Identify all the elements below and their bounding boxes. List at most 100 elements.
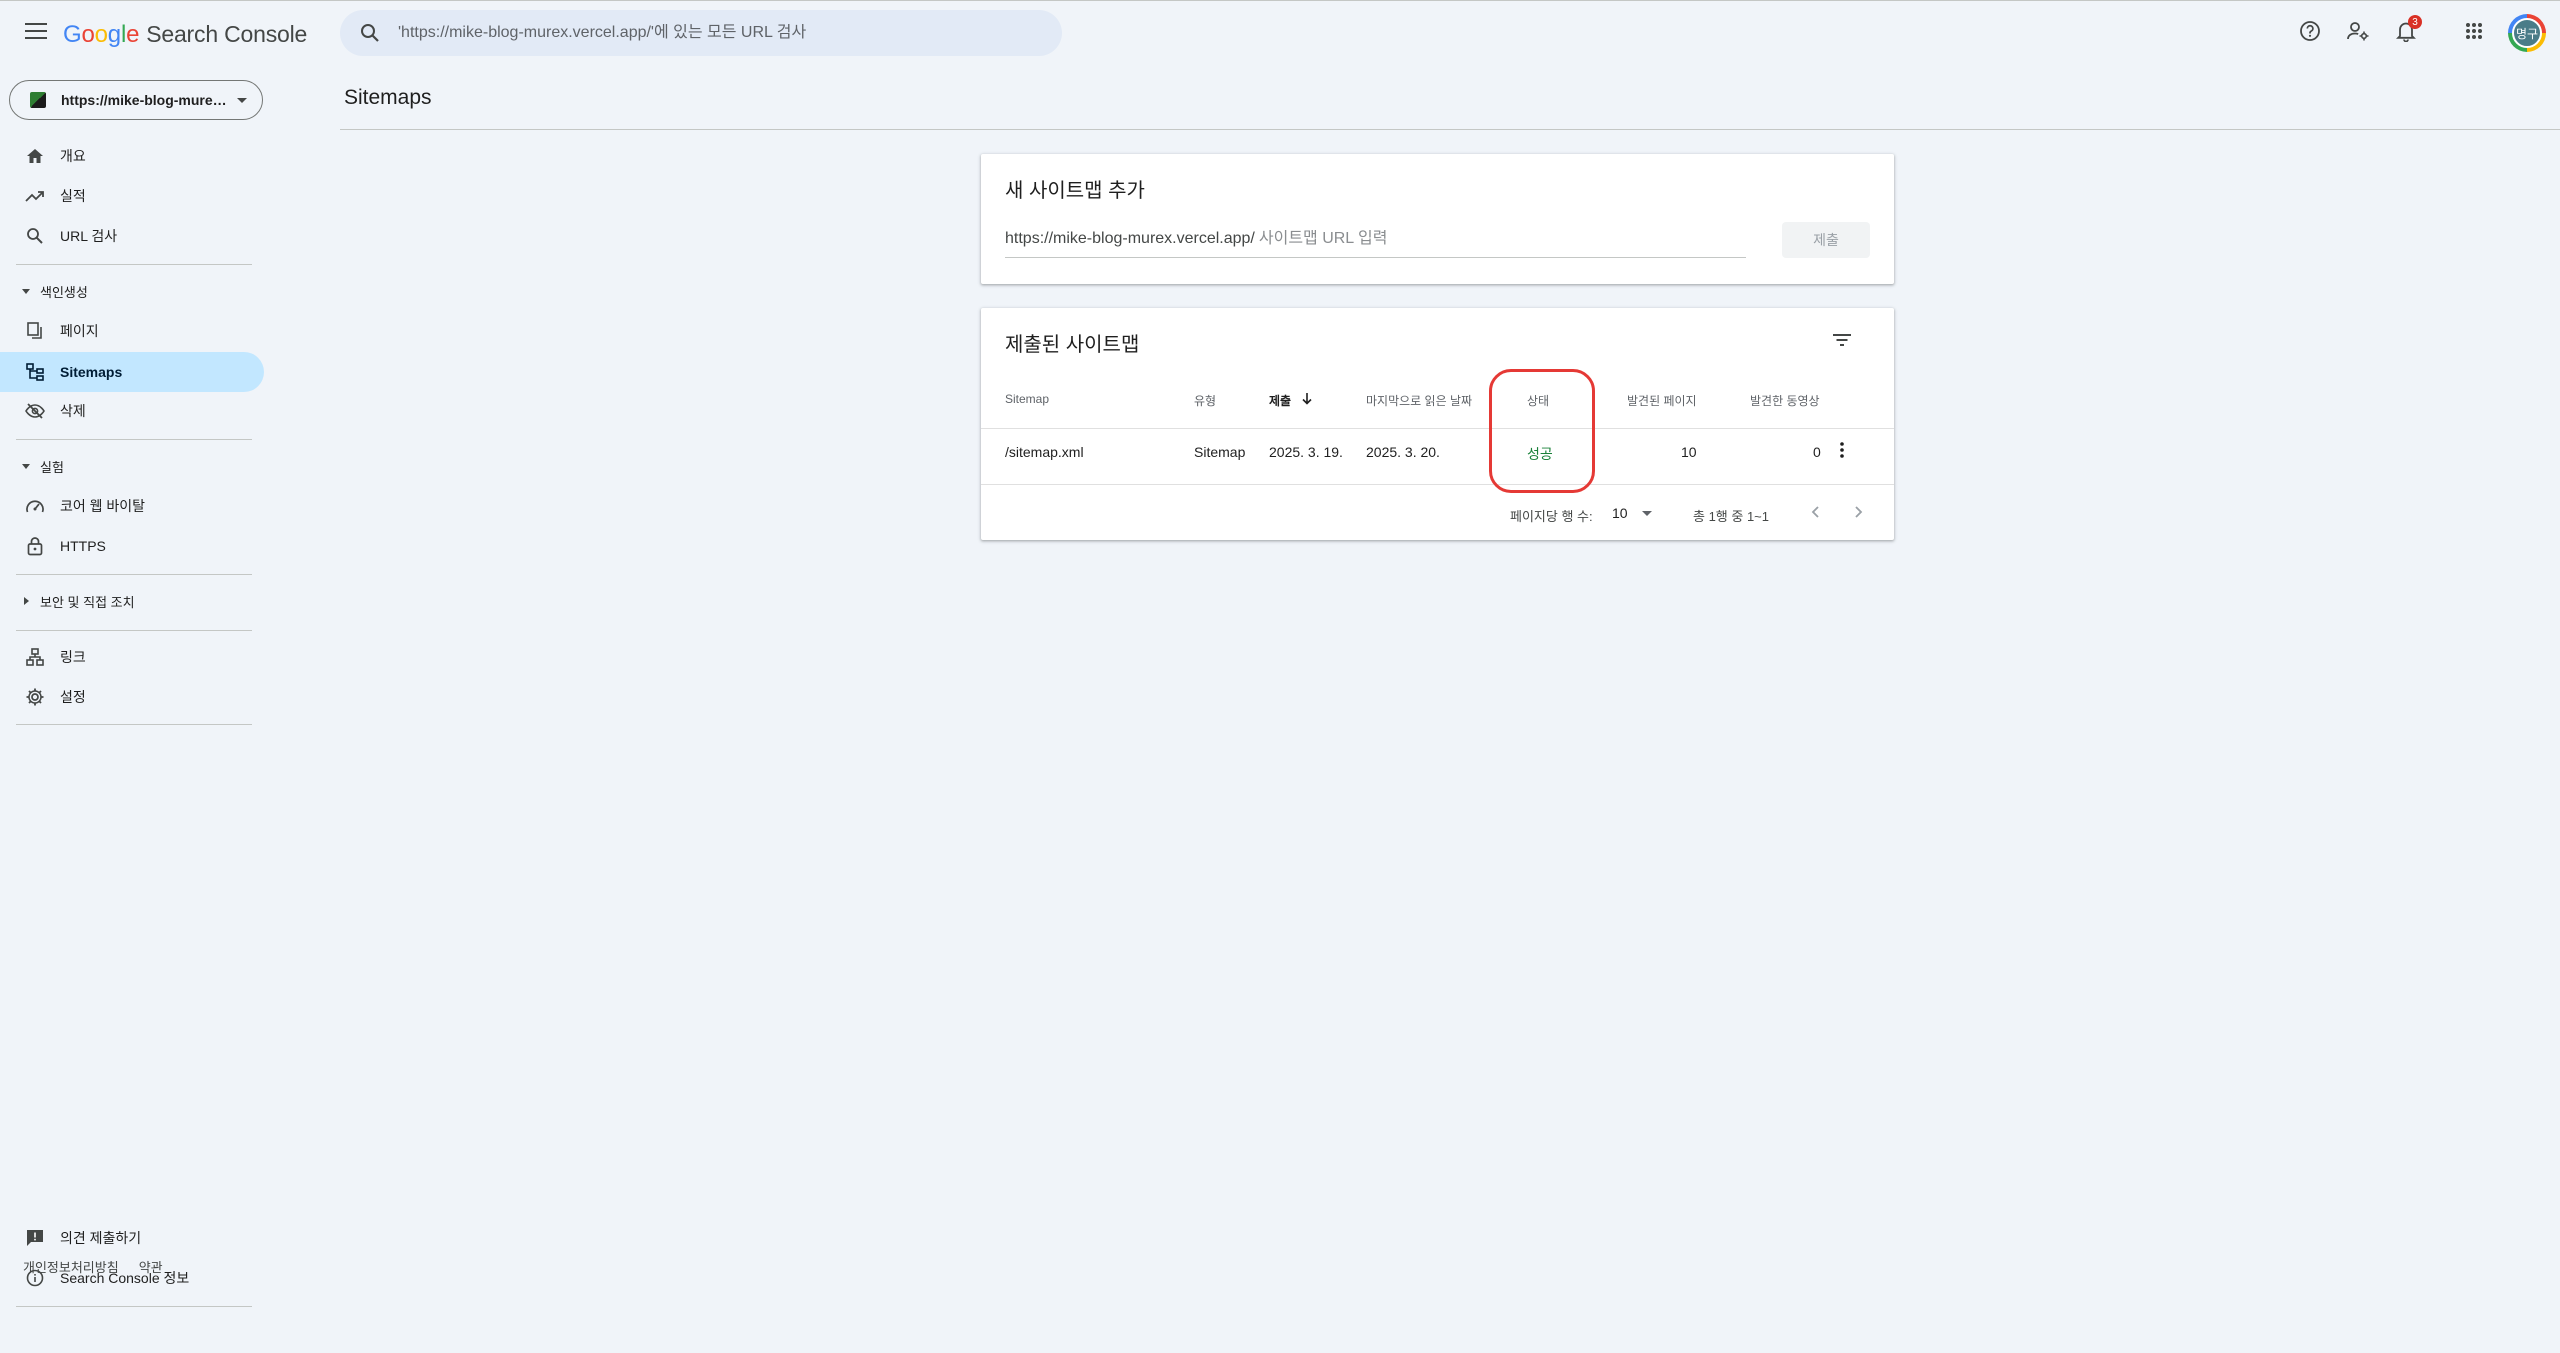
expand-arrow-icon — [22, 288, 30, 294]
sidebar-item-label: 페이지 — [60, 323, 99, 339]
cell-submitted: 2025. 3. 19. — [1269, 444, 1343, 460]
sitemap-url-field[interactable]: https://mike-blog-murex.vercel.app/ — [1005, 220, 1746, 258]
gear-icon — [25, 687, 45, 707]
sidebar-item-label: 삭제 — [60, 403, 86, 419]
filter-list-icon — [1833, 333, 1851, 351]
sidebar-item-label: 링크 — [60, 649, 86, 665]
sidebar-item-https[interactable]: HTTPS — [0, 526, 264, 566]
sidebar-item-url-inspection[interactable]: URL 검사 — [0, 216, 264, 256]
sidebar-item-label: 코어 웹 바이탈 — [60, 498, 146, 514]
search-console-logo[interactable]: Google Search Console — [63, 21, 307, 49]
trending-up-icon — [25, 186, 45, 206]
more-vert-icon — [1840, 441, 1844, 463]
cell-discovered-pages: 10 — [1681, 444, 1697, 460]
card-title: 새 사이트맵 추가 — [1005, 180, 1145, 202]
sidebar-item-settings[interactable]: 설정 — [0, 677, 264, 717]
sidebar-divider — [16, 264, 252, 265]
sidebar-item-label: URL 검사 — [60, 228, 118, 244]
apps-grid-icon — [2465, 22, 2483, 45]
notification-badge: 3 — [2408, 15, 2422, 29]
visibility-off-icon — [25, 401, 45, 421]
url-prefix: https://mike-blog-murex.vercel.app/ — [1005, 229, 1255, 247]
sidebar-item-feedback[interactable]: 의견 제출하기 — [0, 1218, 264, 1258]
sidebar-item-performance[interactable]: 실적 — [0, 176, 264, 216]
row-more-button[interactable] — [1828, 436, 1856, 468]
sidebar-item-links[interactable]: 링크 — [0, 637, 264, 677]
sidebar-divider — [16, 439, 252, 440]
sidebar-item-removals[interactable]: 삭제 — [0, 391, 264, 431]
help-button[interactable] — [2290, 13, 2330, 53]
property-url: https://mike-blog-murex.vercel.app/ — [61, 92, 229, 108]
pagination-range: 총 1행 중 1~1 — [1693, 509, 1769, 524]
filter-button[interactable] — [1826, 326, 1858, 358]
hamburger-menu-icon — [25, 22, 47, 44]
sidebar-divider — [16, 724, 252, 725]
sidebar-divider — [16, 1306, 252, 1307]
next-page-button[interactable] — [1845, 500, 1873, 528]
sidebar-item-pages[interactable]: 페이지 — [0, 311, 264, 351]
privacy-link[interactable]: 개인정보처리방침 — [23, 1257, 119, 1276]
person-settings-icon — [2346, 20, 2370, 47]
search-icon — [25, 226, 45, 246]
collapsed-arrow-icon — [24, 597, 29, 605]
sidebar-item-label: HTTPS — [60, 538, 106, 554]
previous-page-button[interactable] — [1801, 500, 1829, 528]
terms-link[interactable]: 약관 — [139, 1257, 163, 1276]
search-icon — [358, 21, 382, 45]
column-header-submitted[interactable]: 제출 — [1269, 392, 1313, 409]
links-tree-icon — [25, 647, 45, 667]
submit-button[interactable]: 제출 — [1782, 222, 1870, 258]
header-divider — [981, 428, 1894, 429]
column-header-type[interactable]: 유형 — [1194, 392, 1216, 409]
status-highlight-annotation — [1489, 369, 1595, 493]
section-indexing[interactable]: 색인생성 — [0, 273, 264, 309]
sidebar-item-label: 설정 — [60, 689, 86, 705]
section-security[interactable]: 보안 및 직접 조치 — [0, 583, 264, 619]
cell-sitemap[interactable]: /sitemap.xml — [1005, 444, 1084, 460]
column-header-discovered-videos[interactable]: 발견한 동영상 — [1750, 392, 1820, 409]
section-label: 색인생성 — [40, 284, 88, 300]
product-name: Search Console — [146, 21, 308, 47]
column-header-last-read[interactable]: 마지막으로 읽은 날짜 — [1366, 392, 1472, 409]
dropdown-arrow-icon — [1641, 510, 1652, 516]
main-menu-button[interactable] — [20, 17, 52, 49]
account-avatar[interactable]: 명구 — [2508, 14, 2546, 52]
avatar-initials: 명구 — [2512, 18, 2542, 48]
sort-arrow-down-icon — [1302, 393, 1313, 408]
rows-per-page-value: 10 — [1612, 505, 1628, 521]
section-experience[interactable]: 실험 — [0, 448, 264, 484]
google-wordmark: Google — [63, 21, 140, 48]
card-title: 제출된 사이트맵 — [1005, 334, 1140, 356]
top-app-bar: Google Search Console 3 — [0, 0, 2560, 64]
header-actions: 3 명구 — [2282, 13, 2560, 53]
sidebar-divider — [16, 630, 252, 631]
sidebar-item-core-web-vitals[interactable]: 코어 웹 바이탈 — [0, 486, 264, 526]
site-favicon — [30, 92, 46, 108]
property-selector[interactable]: https://mike-blog-murex.vercel.app/ — [9, 80, 263, 120]
column-header-discovered-pages[interactable]: 발견된 페이지 — [1627, 392, 1697, 409]
add-sitemap-card: 새 사이트맵 추가 https://mike-blog-murex.vercel… — [981, 154, 1894, 284]
title-divider — [340, 129, 2560, 130]
sidebar-item-overview[interactable]: 개요 — [0, 136, 264, 176]
home-icon — [25, 146, 45, 166]
sidebar-item-label: 실적 — [60, 188, 86, 204]
dropdown-arrow-icon — [237, 97, 247, 103]
speed-gauge-icon — [25, 496, 45, 516]
url-inspection-search[interactable] — [340, 10, 1062, 56]
manage-users-button[interactable] — [2338, 13, 2378, 53]
sidebar-item-label: Sitemaps — [60, 364, 123, 380]
google-apps-button[interactable] — [2454, 13, 2494, 53]
column-header-sitemap[interactable]: Sitemap — [1005, 392, 1049, 406]
page-title: Sitemaps — [344, 86, 432, 109]
column-label: 제출 — [1269, 394, 1292, 408]
cell-type: Sitemap — [1194, 444, 1246, 460]
search-input[interactable] — [398, 24, 1038, 42]
sidebar-nav: https://mike-blog-murex.vercel.app/ 개요 실… — [0, 64, 268, 1353]
sidebar-item-sitemaps[interactable]: Sitemaps — [0, 352, 264, 392]
section-label: 실험 — [40, 459, 64, 475]
lock-icon — [25, 536, 45, 556]
sitemap-url-input[interactable] — [1258, 229, 1739, 248]
notifications-button[interactable]: 3 — [2386, 13, 2426, 53]
rows-per-page-select[interactable]: 10 — [1612, 498, 1664, 528]
sidebar-item-label: 개요 — [60, 148, 86, 164]
